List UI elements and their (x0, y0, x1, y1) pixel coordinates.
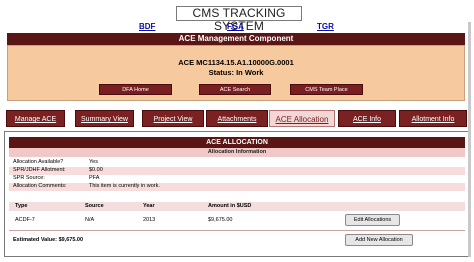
info-label: SPR/JDHF Allotment: (13, 167, 66, 173)
cms-team-place-button[interactable]: CMS Team Place (290, 84, 363, 95)
estimated-amount: $9,675.00 (58, 237, 84, 243)
tab-ace-allocation[interactable]: ACE Allocation (269, 110, 335, 127)
edit-allocations-button[interactable]: Edit Allocations (345, 214, 400, 226)
info-row-available: Allocation Available? Yes (9, 159, 465, 167)
allocation-subheader: Allocation Information (9, 148, 465, 157)
info-value: PFA (89, 175, 100, 181)
info-row-allotment: SPR/JDHF Allotment: $0.00 (9, 167, 465, 175)
link-bdf[interactable]: BDF (139, 22, 155, 31)
info-row-comments: Allocation Comments: This item is curren… (9, 183, 465, 191)
link-fga[interactable]: FGA (227, 22, 244, 31)
info-label: Allocation Comments: (13, 183, 67, 189)
column-header-type: Type (15, 203, 28, 209)
scrollbar[interactable] (468, 22, 471, 257)
cell-amount: $9,675.00 (208, 217, 233, 223)
info-value: $0.00 (89, 167, 103, 173)
tab-allotment-info[interactable]: Allotment Info (399, 110, 467, 127)
cell-type: ACDF-7 (15, 217, 35, 223)
add-new-allocation-button[interactable]: Add New Allocation (345, 234, 413, 246)
tab-ace-info[interactable]: ACE Info (338, 110, 396, 127)
info-label: SPR Source: (13, 175, 45, 181)
column-header-source: Source (85, 203, 104, 209)
ace-status: Status: In Work (208, 68, 264, 77)
info-value: This item is currently in work. (89, 183, 160, 189)
column-header-amount: Amount in $USD (208, 203, 252, 209)
estimated-value: Estimated Value: $9,675.00 (13, 237, 83, 243)
ace-id: ACE MC1134.15.A1.10000G.0001 (178, 58, 294, 67)
allocation-header: ACE ALLOCATION (9, 137, 465, 148)
cell-source: N/A (85, 217, 95, 223)
cell-year: 2013 (143, 217, 156, 223)
column-header-year: Year (143, 203, 155, 209)
tab-bar: Manage ACE Summary View Project View Att… (4, 110, 470, 130)
divider (9, 230, 465, 231)
tab-summary-view[interactable]: Summary View (75, 110, 134, 127)
component-banner: ACE Management Component (7, 33, 465, 45)
info-value: Yes (89, 159, 98, 165)
dfa-home-button[interactable]: DFA Home (99, 84, 172, 95)
info-row-source: SPR Source: PFA (9, 175, 465, 183)
tab-project-view[interactable]: Project View (142, 110, 204, 127)
tab-manage-ace[interactable]: Manage ACE (6, 110, 65, 127)
ace-panel: ACE MC1134.15.A1.10000G.0001 Status: In … (7, 45, 465, 101)
allocation-content: ACE ALLOCATION Allocation Information Al… (4, 131, 470, 257)
info-label: Allocation Available? (13, 159, 64, 165)
window-title: CMS TRACKING SYSTEM (176, 6, 302, 33)
ace-search-button[interactable]: ACE Search (199, 84, 271, 95)
link-tgr[interactable]: TGR (317, 22, 334, 31)
tab-attachments[interactable]: Attachments (206, 110, 268, 127)
estimated-label: Estimated Value: (13, 237, 58, 243)
